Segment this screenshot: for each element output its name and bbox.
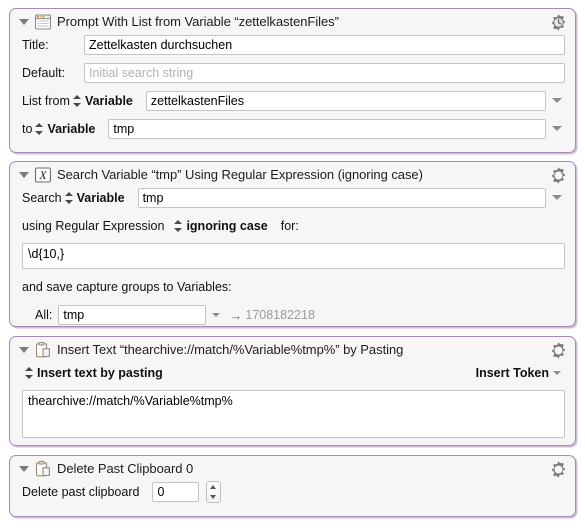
updown-chevron-icon[interactable]	[64, 191, 74, 205]
action-search-variable[interactable]: X Search Variable “tmp” Using Regular Ex…	[9, 161, 576, 327]
action-header[interactable]: Insert Text “thearchive://match/%Variabl…	[10, 337, 575, 362]
disclosure-triangle-icon[interactable]	[16, 9, 32, 34]
updown-chevron-icon[interactable]	[72, 94, 82, 108]
gear-icon[interactable]	[549, 341, 568, 360]
gear-clock-icon[interactable]	[549, 13, 568, 32]
row-title: Title: Zettelkasten durchsuchen	[22, 34, 565, 56]
default-input[interactable]: Initial search string	[84, 63, 565, 83]
action-header[interactable]: Delete Past Clipboard 0	[10, 456, 575, 481]
action-prompt-with-list[interactable]: Prompt With List from Variable “zettelka…	[9, 8, 576, 153]
regex-input[interactable]: \d{10,}	[22, 243, 565, 269]
row-capture-all: All: tmp → 1708182218	[22, 304, 565, 326]
disclosure-triangle-icon[interactable]	[16, 337, 32, 362]
row-capture-label: and save capture groups to Variables:	[22, 276, 565, 298]
disclosure-triangle-icon[interactable]	[16, 456, 32, 481]
gear-icon[interactable]	[549, 460, 568, 479]
all-variable-input[interactable]: tmp	[58, 305, 207, 325]
using-regex-label: using Regular Expression	[22, 219, 165, 233]
default-label: Default:	[22, 66, 66, 80]
action-delete-past-clipboard[interactable]: Delete Past Clipboard 0 Delete past clip…	[9, 455, 576, 517]
delete-past-clipboard-label: Delete past clipboard	[22, 485, 140, 499]
updown-chevron-icon[interactable]	[174, 219, 183, 233]
all-result-value: 1708182218	[245, 308, 315, 322]
search-source-popup[interactable]: Variable	[77, 191, 125, 205]
insert-method-popup[interactable]: Insert text by pasting	[37, 366, 163, 380]
clipboard-paste-icon	[35, 341, 50, 357]
insert-token-button[interactable]: Insert Token	[476, 366, 565, 380]
insert-text-input[interactable]: thearchive://match/%Variable%tmp%	[22, 390, 565, 438]
all-label: All:	[35, 308, 53, 322]
action-body: Delete past clipboard 0	[10, 481, 575, 512]
search-label: Search	[22, 191, 62, 205]
row-default: Default: Initial search string	[22, 62, 565, 84]
action-header[interactable]: Prompt With List from Variable “zettelka…	[10, 9, 575, 34]
search-variable-input[interactable]: tmp	[137, 188, 546, 208]
case-option-popup[interactable]: ignoring case	[186, 219, 267, 233]
action-title: Prompt With List from Variable “zettelka…	[57, 14, 339, 29]
capture-groups-label: and save capture groups to Variables:	[22, 280, 232, 294]
list-from-variable-input[interactable]: zettelkastenFiles	[145, 91, 546, 111]
row-to: to Variable tmp	[22, 118, 565, 140]
gear-icon[interactable]	[549, 166, 568, 185]
action-body: Insert text by pasting Insert Token thea…	[10, 362, 575, 447]
row-regex-options: using Regular Expression ignoring case f…	[22, 215, 565, 237]
row-list-from: List from Variable zettelkastenFiles	[22, 90, 565, 112]
delete-past-clipboard-input[interactable]: 0	[152, 482, 200, 502]
delete-past-clipboard-stepper[interactable]	[206, 481, 222, 503]
title-label: Title:	[22, 38, 49, 52]
action-header[interactable]: X Search Variable “tmp” Using Regular Ex…	[10, 162, 575, 187]
list-from-source-popup[interactable]: Variable	[85, 94, 133, 108]
list-from-label: List from	[22, 94, 70, 108]
action-body: Title: Zettelkasten durchsuchen Default:…	[10, 34, 575, 149]
action-body: Search Variable tmp using Regular Expres…	[10, 187, 575, 335]
search-dropdown-chevron-icon[interactable]	[549, 190, 565, 206]
action-title: Search Variable “tmp” Using Regular Expr…	[57, 167, 423, 182]
insert-token-label: Insert Token	[475, 366, 549, 380]
insert-token-chevron-icon[interactable]	[551, 366, 565, 380]
updown-chevron-icon[interactable]	[35, 122, 44, 136]
svg-text:X: X	[38, 170, 47, 182]
list-from-dropdown-chevron-icon[interactable]	[549, 93, 565, 109]
to-variable-input[interactable]: tmp	[108, 119, 546, 139]
disclosure-triangle-icon[interactable]	[16, 162, 32, 187]
updown-chevron-icon[interactable]	[25, 366, 34, 380]
to-label: to	[22, 122, 33, 136]
action-title: Insert Text “thearchive://match/%Variabl…	[57, 342, 404, 357]
action-editor-window: Prompt With List from Variable “zettelka…	[0, 0, 585, 528]
row-delete-past-clipboard: Delete past clipboard 0	[22, 481, 565, 503]
all-dropdown-chevron-icon[interactable]	[210, 308, 224, 322]
result-arrow-icon: →	[229, 307, 243, 323]
variable-x-icon: X	[34, 166, 52, 183]
row-insert-method: Insert text by pasting Insert Token	[22, 362, 565, 384]
for-label: for:	[280, 219, 299, 233]
action-title: Delete Past Clipboard 0	[57, 461, 194, 476]
clipboard-paste-icon	[35, 460, 50, 476]
to-dropdown-chevron-icon[interactable]	[549, 121, 565, 137]
action-insert-text[interactable]: Insert Text “thearchive://match/%Variabl…	[9, 336, 576, 446]
window-form-icon	[35, 14, 51, 29]
row-search: Search Variable tmp	[22, 187, 565, 209]
title-input[interactable]: Zettelkasten durchsuchen	[84, 35, 565, 55]
to-source-popup[interactable]: Variable	[47, 122, 95, 136]
